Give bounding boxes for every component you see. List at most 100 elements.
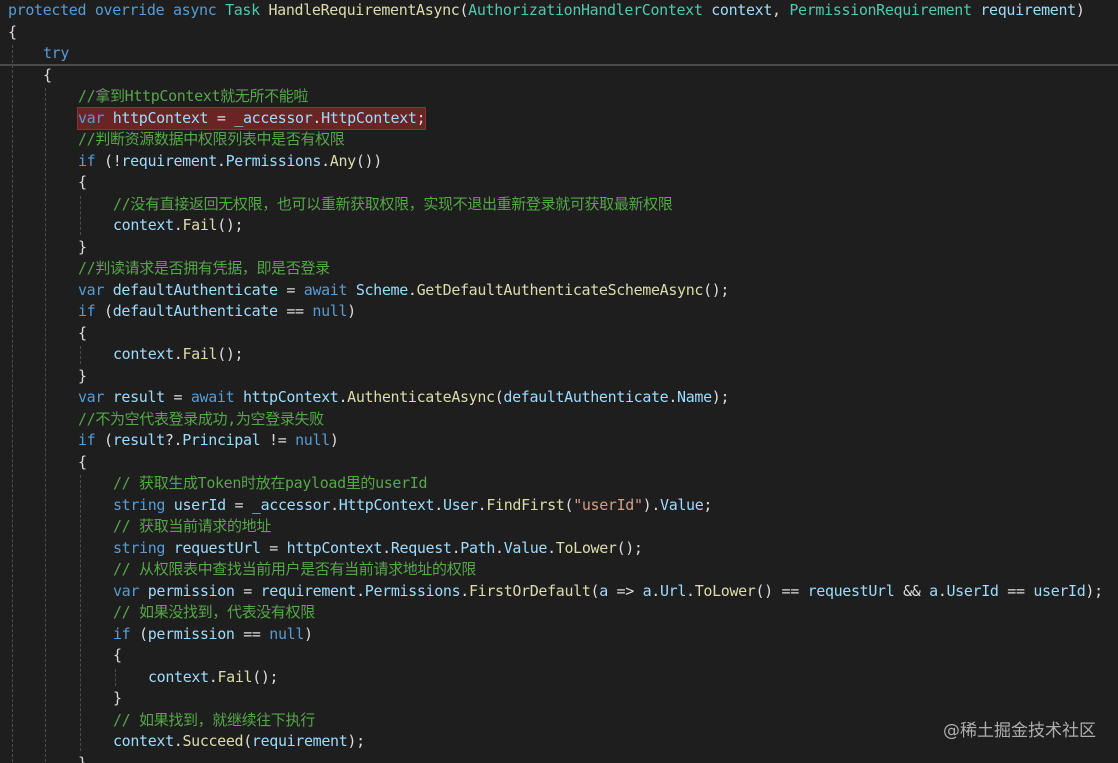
code-token: Fail bbox=[182, 216, 218, 234]
indent-guide bbox=[80, 195, 81, 235]
code-token: . bbox=[407, 280, 417, 299]
code-token: override bbox=[94, 1, 165, 19]
code-token: ; bbox=[703, 495, 713, 514]
code-text: context.Succeed(requirement); bbox=[113, 731, 365, 753]
code-token: ( bbox=[459, 1, 469, 19]
code-line: protected override async Task HandleRequ… bbox=[0, 0, 1118, 22]
code-token: ) bbox=[304, 624, 313, 643]
code-token: context bbox=[113, 345, 174, 363]
code-text: // 如果没找到，代表没有权限 bbox=[113, 602, 315, 624]
code-token: try bbox=[43, 44, 70, 62]
code-token: a bbox=[599, 581, 608, 600]
code-token: = bbox=[164, 388, 191, 406]
code-token: ( bbox=[243, 732, 252, 750]
code-token: { bbox=[43, 65, 52, 84]
code-text: { bbox=[113, 645, 122, 667]
code-token: () == bbox=[755, 581, 808, 600]
code-token: . bbox=[937, 581, 947, 600]
code-token: AuthenticateAsync bbox=[347, 388, 495, 406]
code-token: // 如果找到，就继续往下执行 bbox=[113, 710, 315, 729]
code-token: context bbox=[113, 216, 174, 234]
code-token: string bbox=[113, 495, 166, 514]
indent-guide bbox=[45, 88, 46, 763]
code-token: await bbox=[190, 388, 235, 406]
code-token: PermissionRequirement bbox=[789, 1, 972, 19]
code-token: httpContext bbox=[242, 388, 339, 406]
code-token: _accessor bbox=[251, 495, 331, 514]
code-text: context.Fail(); bbox=[113, 215, 244, 237]
code-text: //判断资源数据中权限列表中是否有权限 bbox=[78, 129, 345, 151]
code-token: Value bbox=[503, 538, 548, 557]
code-token: a bbox=[642, 581, 652, 600]
code-line: } bbox=[0, 237, 1118, 259]
code-token: HandleRequirementAsync bbox=[268, 1, 460, 19]
code-token: result bbox=[112, 388, 165, 406]
code-token: "userId" bbox=[573, 495, 643, 514]
code-text: // 如果找到，就继续往下执行 bbox=[113, 710, 315, 732]
code-token: Principal bbox=[182, 431, 261, 449]
code-line: // 从权限表中查找当前用户是否有当前请求地址的权限 bbox=[0, 559, 1118, 581]
code-token: null bbox=[269, 624, 305, 643]
code-token: . bbox=[460, 581, 469, 600]
code-text: //不为空代表登录成功,为空登录失败 bbox=[78, 409, 324, 431]
code-text: context.Fail(); bbox=[113, 344, 244, 366]
code-token: . bbox=[547, 538, 556, 557]
code-line: //没有直接返回无权限，也可以重新获取权限，实现不退出重新登录就可获取最新权限 bbox=[0, 194, 1118, 216]
indent-guide bbox=[80, 346, 81, 364]
code-token: context bbox=[113, 732, 174, 750]
code-line: // 如果没找到，代表没有权限 bbox=[0, 602, 1118, 624]
code-token: . bbox=[686, 581, 695, 600]
code-token: requirement bbox=[260, 581, 357, 600]
code-token: ); bbox=[1085, 581, 1103, 600]
code-token: httpContext bbox=[286, 538, 383, 557]
code-token: ); bbox=[347, 732, 365, 750]
code-line: string requestUrl = httpContext.Request.… bbox=[0, 538, 1118, 560]
code-token: null bbox=[295, 431, 330, 449]
code-line: // 获取生成Token时放在payload里的userId bbox=[0, 473, 1118, 495]
code-line: } bbox=[0, 688, 1118, 710]
code-token: => bbox=[607, 581, 643, 600]
code-token: protected bbox=[8, 1, 87, 19]
code-token: ( bbox=[95, 431, 113, 449]
code-token: // 如果没找到，代表没有权限 bbox=[113, 603, 315, 621]
code-token: Scheme bbox=[355, 280, 408, 299]
code-token: Any bbox=[329, 151, 356, 170]
code-text: { bbox=[78, 452, 87, 474]
code-text: // 获取当前请求的地址 bbox=[113, 516, 271, 538]
code-line: //判读请求是否拥有凭据，即是否登录 bbox=[0, 258, 1118, 280]
code-token: //不为空代表登录成功,为空登录失败 bbox=[78, 409, 324, 428]
code-token: ). bbox=[642, 495, 661, 514]
line-separator bbox=[0, 63, 1118, 66]
code-line: if (result?.Principal != null) bbox=[0, 430, 1118, 452]
code-token: Succeed bbox=[182, 732, 244, 750]
code-text: } bbox=[78, 237, 87, 259]
code-text: { bbox=[43, 65, 52, 87]
code-line: var result = await httpContext.Authentic… bbox=[0, 387, 1118, 409]
code-token: Fail bbox=[182, 345, 218, 363]
code-token: ?. bbox=[164, 431, 183, 449]
code-token: } bbox=[78, 366, 87, 385]
code-line: { bbox=[0, 645, 1118, 667]
code-token: HttpContext bbox=[321, 108, 417, 127]
code-token: AuthorizationHandlerContext bbox=[468, 1, 703, 19]
code-editor[interactable]: protected override async Task HandleRequ… bbox=[0, 0, 1118, 763]
code-token: ToLower bbox=[555, 538, 617, 557]
code-token: if bbox=[113, 624, 131, 643]
code-text: } bbox=[78, 753, 87, 763]
code-token: = bbox=[234, 581, 261, 600]
code-token: requirement bbox=[251, 732, 348, 750]
code-line: { bbox=[0, 452, 1118, 474]
code-line: if (!requirement.Permissions.Any()) bbox=[0, 151, 1118, 173]
code-token: ( bbox=[95, 302, 113, 320]
code-token: ( bbox=[564, 495, 574, 514]
code-token: Permissions bbox=[225, 151, 322, 170]
code-token: ) bbox=[1075, 1, 1085, 19]
code-token: if bbox=[78, 431, 96, 449]
code-text: } bbox=[113, 688, 122, 710]
code-text: var permission = requirement.Permissions… bbox=[113, 581, 1103, 603]
code-token: defaultAuthenticate bbox=[503, 388, 669, 406]
code-token: . bbox=[312, 108, 322, 127]
code-token: ) bbox=[347, 302, 356, 320]
